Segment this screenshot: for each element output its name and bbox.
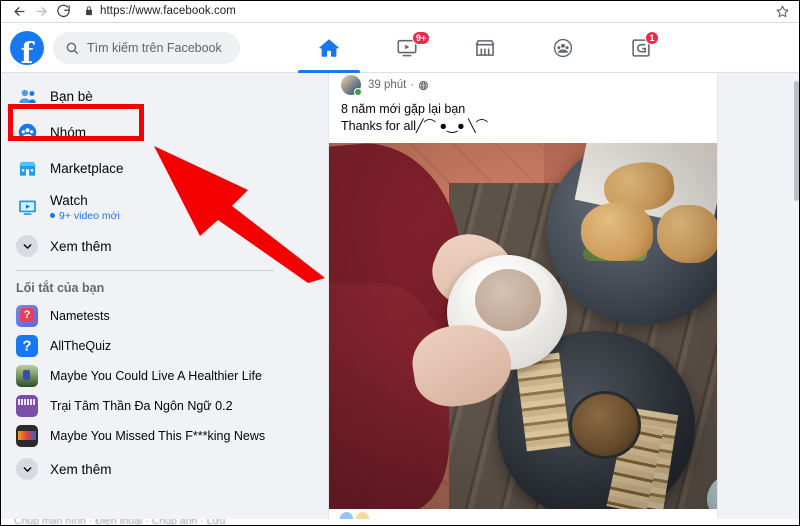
screenshot-root: https://www.facebook.com f Tìm kiếm trên…	[0, 0, 800, 526]
bottom-caption-text: Chụp màn hình · Điện thoại · Chụp ảnh · …	[14, 519, 226, 526]
shortcut-label: Trại Tâm Thần Đa Ngôn Ngữ 0.2	[50, 398, 233, 413]
shortcut-item-missed-news[interactable]: Maybe You Missed This F***king News	[8, 421, 282, 451]
sidebar-item-label: Bạn bè	[50, 88, 93, 104]
sidebar-see-more-label: Xem thêm	[50, 461, 112, 477]
friends-icon	[16, 85, 38, 107]
forward-button[interactable]	[30, 0, 52, 22]
news-feed-post: 39 phút · 8 năm mới gặp lại bạn Thanks f…	[328, 73, 718, 526]
search-placeholder: Tìm kiếm trên Facebook	[87, 40, 222, 55]
online-status-icon	[354, 88, 362, 96]
right-column	[719, 73, 800, 526]
address-bar[interactable]: https://www.facebook.com	[84, 2, 766, 21]
page-scrollbar[interactable]	[793, 73, 800, 526]
shortcut-thumbnail-icon	[16, 365, 38, 387]
watch-badge: 9+	[412, 30, 431, 45]
shortcut-label: Nametests	[50, 308, 110, 323]
post-text-line-2: Thanks for all╱⌒ ●‿● ╲⌒	[341, 119, 489, 133]
sidebar-watch-text: Watch 9+ video mới	[50, 193, 120, 222]
tab-home[interactable]	[290, 23, 368, 73]
post-timestamp: 39 phút	[368, 79, 407, 91]
shortcut-label: Maybe You Could Live A Healthier Life	[50, 368, 262, 383]
photo-vignette	[329, 143, 717, 509]
facebook-logo-icon[interactable]: f	[10, 30, 44, 65]
sidebar-item-label: Nhóm	[50, 124, 87, 140]
back-button[interactable]	[8, 0, 30, 22]
bookmark-button[interactable]	[772, 1, 792, 21]
facebook-header: f Tìm kiếm trên Facebook 9+ 1	[0, 23, 800, 73]
lock-icon	[84, 6, 94, 16]
page-body: Bạn bè Nhóm Marketplace Watch 9+ video m…	[0, 73, 800, 526]
sidebar-see-more-label: Xem thêm	[50, 238, 112, 254]
avatar[interactable]	[341, 75, 362, 96]
search-input[interactable]: Tìm kiếm trên Facebook	[53, 31, 240, 64]
post-meta-separator: ·	[410, 79, 415, 91]
search-icon	[65, 41, 79, 55]
sidebar-item-label: Watch	[50, 192, 88, 208]
post-body-text: 8 năm mới gặp lại bạn Thanks for all╱⌒ ●…	[329, 95, 717, 143]
marketplace-icon	[475, 39, 495, 56]
post-photo[interactable]	[329, 143, 717, 509]
reload-button[interactable]	[52, 0, 74, 22]
sidebar-watch-sub-label: 9+ video mới	[59, 209, 120, 222]
tab-marketplace[interactable]	[446, 23, 524, 73]
tab-gaming[interactable]: 1	[602, 23, 680, 73]
shortcut-label: AllTheQuiz	[50, 338, 112, 353]
facebook-logo-letter: f	[20, 35, 34, 65]
pointer-arrow	[154, 146, 325, 283]
marketplace-icon	[16, 157, 38, 179]
shortcut-thumbnail-icon	[16, 305, 38, 327]
shortcut-item-nametests[interactable]: Nametests	[8, 301, 282, 331]
gaming-badge: 1	[645, 30, 659, 45]
sidebar-see-more-bottom[interactable]: Xem thêm	[8, 451, 282, 487]
bottom-cutoff-caption: Chụp màn hình · Điện thoại · Chụp ảnh · …	[0, 519, 800, 526]
url-text: https://www.facebook.com	[100, 5, 236, 17]
post-header: 39 phút ·	[329, 73, 717, 96]
main-nav-tabs: 9+ 1	[290, 23, 680, 73]
new-video-dot-icon	[50, 213, 55, 218]
shortcut-label: Maybe You Missed This F***king News	[50, 428, 266, 443]
sidebar-item-label: Marketplace	[50, 160, 124, 176]
shortcut-item-allthequiz[interactable]: AllTheQuiz	[8, 331, 282, 361]
sidebar-watch-sub: 9+ video mới	[50, 210, 120, 222]
home-icon	[319, 38, 339, 57]
globe-icon[interactable]	[418, 80, 429, 91]
tab-watch[interactable]: 9+	[368, 23, 446, 73]
shortcut-item-trai-tam-than[interactable]: Trại Tâm Thần Đa Ngôn Ngữ 0.2	[8, 391, 282, 421]
arrow-left-icon	[14, 6, 24, 16]
browser-toolbar: https://www.facebook.com	[0, 0, 800, 23]
chevron-down-icon	[16, 235, 38, 257]
sidebar-item-friends[interactable]: Bạn bè	[8, 78, 282, 114]
reload-icon	[56, 4, 70, 17]
shortcut-item-healthier-life[interactable]: Maybe You Could Live A Healthier Life	[8, 361, 282, 391]
star-icon	[776, 5, 788, 17]
tab-groups[interactable]	[524, 23, 602, 73]
arrow-right-icon	[36, 6, 46, 16]
watch-icon	[16, 196, 38, 218]
shortcut-thumbnail-icon	[16, 335, 38, 357]
chevron-down-icon	[16, 458, 38, 480]
shortcut-thumbnail-icon	[16, 395, 38, 417]
groups-icon	[553, 38, 573, 57]
groups-icon	[16, 121, 38, 143]
post-text-line-1: 8 năm mới gặp lại bạn	[341, 102, 466, 116]
shortcut-thumbnail-icon	[16, 425, 38, 447]
scrollbar-thumb[interactable]	[794, 81, 799, 201]
post-meta: 39 phút ·	[368, 79, 429, 91]
